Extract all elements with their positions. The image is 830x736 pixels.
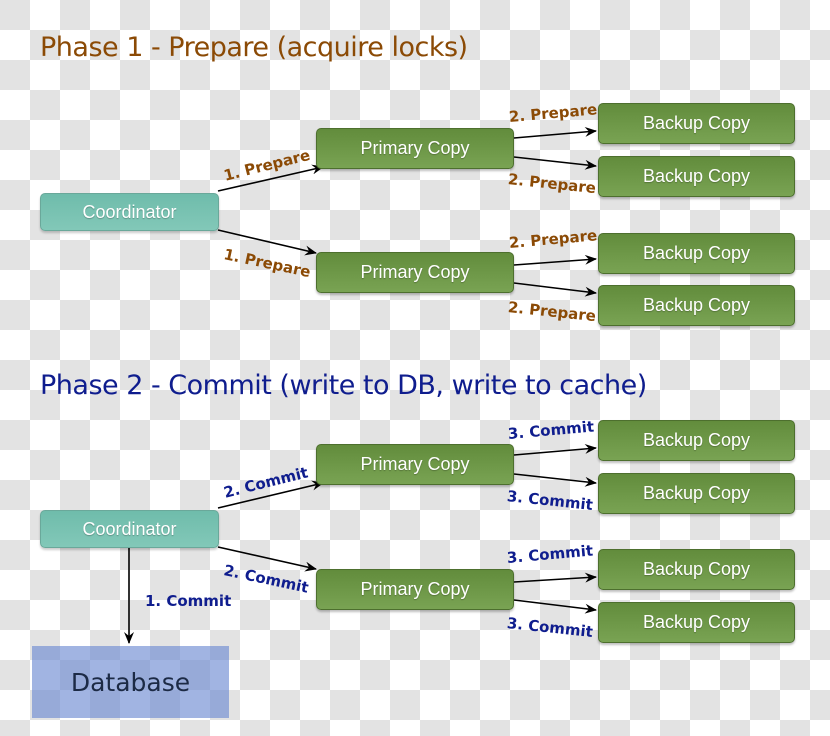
arrow-p2-primary-1-to-backup-2 <box>513 473 597 487</box>
phase2-title: Phase 2 - Commit (write to DB, write to … <box>40 370 647 401</box>
phase1-primary-copy-node: Primary Copy <box>316 128 514 169</box>
arrow-p1-primary-2-to-backup-4 <box>513 282 597 297</box>
phase2-backup-copy-node: Backup Copy <box>598 420 795 461</box>
arrow-p1-primary-1-to-backup-1 <box>513 126 597 139</box>
arrow-p1-primary-1-to-backup-2 <box>513 156 597 170</box>
phase1-backup-copy-node: Backup Copy <box>598 103 795 144</box>
phase2-primary-copy-node: Primary Copy <box>316 444 514 485</box>
arrow-p2-primary-2-to-backup-3 <box>513 572 597 583</box>
phase1-primary-copy-node: Primary Copy <box>316 252 514 293</box>
phase1-title: Phase 1 - Prepare (acquire locks) <box>40 32 468 63</box>
phase2-backup-copy-node: Backup Copy <box>598 549 795 590</box>
phase1-backup-copy-node: Backup Copy <box>598 156 795 197</box>
phase1-coordinator-node: Coordinator <box>40 193 219 231</box>
database-edge-label: 1. Commit <box>145 592 232 610</box>
arrow-p1-primary-2-to-backup-3 <box>513 254 597 266</box>
phase1-backup-copy-node: Backup Copy <box>598 233 795 274</box>
phase2-backup-copy-node: Backup Copy <box>598 473 795 514</box>
phase1-backup-copy-node: Backup Copy <box>598 285 795 326</box>
arrow-p2-primary-1-to-backup-1 <box>513 443 597 456</box>
phase2-coordinator-node: Coordinator <box>40 510 219 548</box>
phase2-backup-copy-node: Backup Copy <box>598 602 795 643</box>
arrow-p2-primary-2-to-backup-4 <box>513 599 597 614</box>
database-node: Database <box>32 646 229 718</box>
phase2-primary-copy-node: Primary Copy <box>316 569 514 610</box>
